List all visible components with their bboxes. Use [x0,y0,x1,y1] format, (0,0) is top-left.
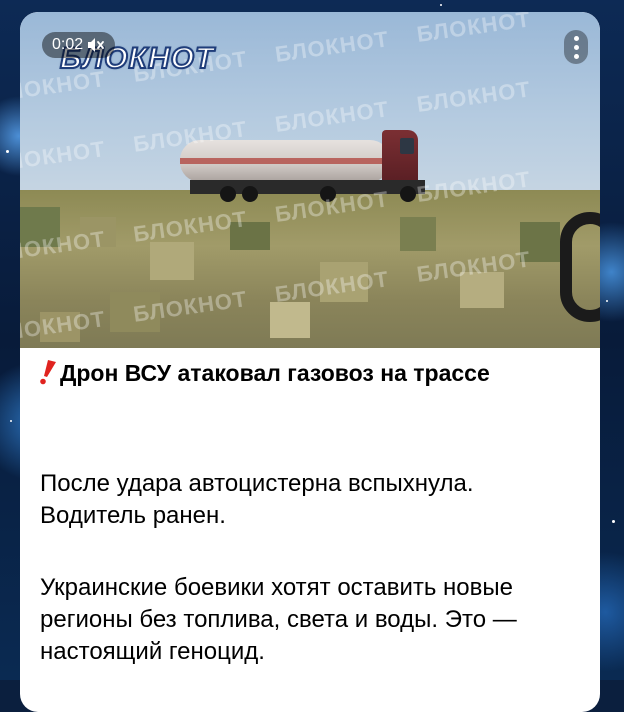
video-player[interactable]: БЛОКНОТ БЛОКНОТ БЛОКНОТ БЛОКНОТ БЛОКНОТ … [20,12,600,348]
star [606,300,608,302]
star [6,150,9,153]
star [440,4,442,6]
post-paragraph-1: После удара автоцистерна вспыхнула. Води… [40,470,474,529]
star [10,420,12,422]
more-options-button[interactable] [564,30,588,64]
headline-text: Дрон ВСУ атаковал газовоз на трассе [60,360,490,386]
star [612,520,615,523]
more-vertical-icon [573,35,579,41]
pixel-block [150,242,194,280]
post-headline: Дрон ВСУ атаковал газовоз на трассе [36,358,586,388]
pixel-block [400,217,436,251]
red-exclamation-icon [40,360,56,385]
post-text: Дрон ВСУ атаковал газовоз на трассе Посл… [36,358,586,665]
truck-wheel [220,186,236,202]
video-time: 0:02 [52,36,84,53]
post-paragraph-2: Украинские боевики хотят оставить новые … [40,574,517,665]
post-card[interactable]: БЛОКНОТ БЛОКНОТ БЛОКНОТ БЛОКНОТ БЛОКНОТ … [20,12,600,712]
truck-wheel [242,186,258,202]
tire-foreground [560,212,600,322]
video-time-indicator[interactable]: 0:02 [42,32,116,58]
tanker-truck-cab [382,130,418,182]
speaker-muted-icon[interactable] [87,37,105,53]
